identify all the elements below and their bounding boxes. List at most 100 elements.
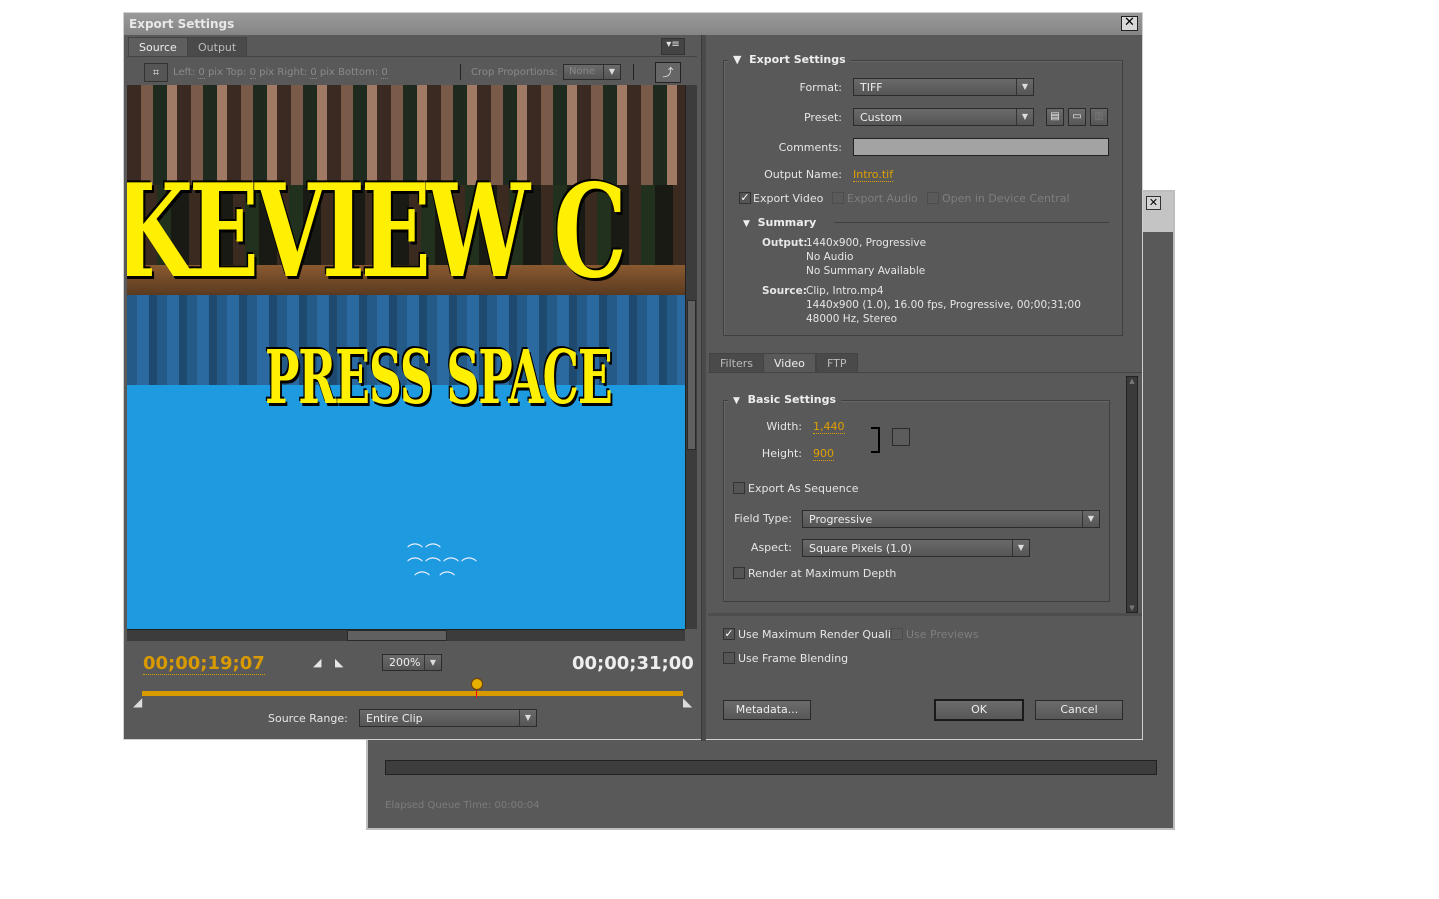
- collapse-triangle-icon: ▼: [743, 219, 750, 229]
- chevron-down-icon: ▼: [1016, 109, 1033, 125]
- delete-preset-trash-icon[interactable]: ▥: [1090, 108, 1108, 126]
- window-title: Export Settings: [124, 13, 1142, 35]
- crop-proportions-value: None: [569, 66, 596, 77]
- crop-icon[interactable]: ⌗: [144, 63, 168, 82]
- scroll-up-icon[interactable]: ▲: [1127, 377, 1137, 385]
- tab-video[interactable]: Video: [763, 353, 816, 372]
- set-in-point-icon[interactable]: ◢: [313, 656, 321, 669]
- zoom-value: 200%: [389, 656, 421, 669]
- max-depth-checkbox[interactable]: [733, 567, 745, 579]
- playhead-handle-icon[interactable]: [471, 678, 484, 690]
- preview-vscrollbar[interactable]: [685, 85, 697, 629]
- crop-right-value[interactable]: 0: [310, 67, 317, 79]
- tab-filters[interactable]: Filters: [709, 353, 764, 372]
- export-audio-checkbox[interactable]: [832, 192, 844, 204]
- use-previews-checkbox[interactable]: [891, 628, 903, 640]
- summary-line: 48000 Hz, Stereo: [806, 313, 898, 325]
- close-button[interactable]: ✕: [1121, 16, 1138, 31]
- summary-output: Output:: [762, 236, 808, 250]
- preview-hscrollbar[interactable]: [127, 629, 685, 641]
- settings-vscrollbar[interactable]: ▲ ▼: [1126, 376, 1138, 613]
- summary-header[interactable]: ▼ Summary: [743, 216, 825, 229]
- scroll-down-icon[interactable]: ▼: [1127, 604, 1137, 612]
- source-range-label: Source Range:: [268, 712, 348, 725]
- crop-top-label: Top:: [226, 67, 247, 78]
- crop-bottom-value[interactable]: 0: [381, 67, 388, 79]
- panel-splitter[interactable]: [701, 35, 706, 741]
- max-render-quality-checkbox[interactable]: ✓: [723, 628, 735, 640]
- save-preset-icon[interactable]: ▤: [1046, 108, 1064, 126]
- preset-label: Preset:: [803, 111, 842, 124]
- summary-output-lines: 1440x900, Progressive No Audio No Summar…: [806, 236, 926, 278]
- preview-title-text: KEVIEW C: [127, 157, 627, 307]
- device-central-checkbox[interactable]: [927, 192, 939, 204]
- timeline-bar[interactable]: [142, 678, 683, 698]
- collapse-triangle-icon: ▼: [733, 396, 740, 406]
- divider: [708, 613, 1142, 616]
- export-sequence-label: Export As Sequence: [748, 482, 859, 495]
- field-type-dropdown[interactable]: Progressive ▼: [802, 510, 1100, 528]
- crop-proportions-label: Crop Proportions:: [471, 67, 558, 78]
- playhead[interactable]: [471, 678, 484, 698]
- import-preset-folder-icon[interactable]: ▭: [1068, 108, 1086, 126]
- metadata-button[interactable]: Metadata...: [723, 700, 811, 720]
- tab-output[interactable]: Output: [187, 37, 248, 56]
- tab-ftp[interactable]: FTP: [816, 353, 858, 372]
- collapse-triangle-icon: ▼: [733, 53, 742, 66]
- basic-settings-header[interactable]: ▼ Basic Settings: [728, 393, 841, 406]
- in-point-marker-icon[interactable]: ◢: [133, 695, 142, 709]
- aspect-dropdown[interactable]: Square Pixels (1.0) ▼: [802, 539, 1030, 557]
- chevron-down-icon: ▼: [1082, 511, 1099, 527]
- out-point-marker-icon[interactable]: ◣: [683, 695, 692, 709]
- crop-top-value[interactable]: 0: [249, 67, 256, 79]
- output-crop-icon[interactable]: ⤴: [655, 62, 681, 83]
- summary-source-lines: Clip, Intro.mp4 1440x900 (1.0), 16.00 fp…: [806, 284, 1081, 326]
- link-bracket-icon: [871, 427, 880, 453]
- panel-menu-icon[interactable]: ▾≡: [661, 38, 685, 55]
- source-label: Source:: [762, 285, 807, 297]
- current-time[interactable]: 00;00;19;07: [143, 653, 265, 675]
- field-type-value: Progressive: [809, 513, 873, 526]
- height-value[interactable]: 900: [813, 447, 834, 461]
- frame-blending-checkbox[interactable]: [723, 652, 735, 664]
- format-value: TIFF: [860, 81, 883, 94]
- comments-input[interactable]: [853, 138, 1109, 156]
- hscroll-thumb[interactable]: [347, 630, 447, 641]
- output-name-label: Output Name:: [764, 168, 842, 181]
- crop-right-label: Right:: [277, 67, 308, 78]
- export-sequence-checkbox[interactable]: [733, 482, 745, 494]
- unit: pix: [207, 67, 223, 78]
- summary-line: No Summary Available: [806, 265, 926, 277]
- crop-left-value[interactable]: 0: [198, 67, 205, 79]
- queue-close-button[interactable]: ✕: [1146, 196, 1161, 210]
- preview-sprites: ⌒⌒ ⌒⌒⌒⌒ ⌒ ⌒: [407, 542, 480, 589]
- width-value[interactable]: 1,440: [813, 420, 845, 434]
- max-depth-label: Render at Maximum Depth: [748, 567, 897, 580]
- export-video-checkbox[interactable]: ✓: [739, 192, 751, 204]
- set-out-point-icon[interactable]: ◣: [335, 656, 343, 669]
- cancel-button[interactable]: Cancel: [1035, 700, 1123, 720]
- format-dropdown[interactable]: TIFF ▼: [853, 78, 1034, 96]
- vscroll-thumb[interactable]: [687, 300, 696, 450]
- crop-proportions-dropdown[interactable]: None ▼: [563, 64, 621, 80]
- output-label: Output:: [762, 237, 808, 249]
- export-settings-window: Export Settings ✕ Source Output ▾≡ ⌗ Lef…: [123, 12, 1143, 741]
- source-range-dropdown[interactable]: Entire Clip ▼: [359, 709, 537, 727]
- output-name-link[interactable]: Intro.tif: [853, 168, 894, 182]
- divider: [127, 56, 697, 57]
- constrain-proportions-toggle[interactable]: [892, 428, 910, 446]
- export-settings-title: Export Settings: [749, 53, 846, 66]
- ok-button[interactable]: OK: [934, 699, 1024, 721]
- export-video-label: Export Video: [753, 192, 824, 205]
- elapsed-queue-time: Elapsed Queue Time: 00:00:04: [385, 800, 539, 811]
- zoom-dropdown[interactable]: 200% ▼: [382, 654, 442, 671]
- format-label: Format:: [799, 81, 842, 94]
- elapsed-value: 00:00:04: [494, 800, 540, 811]
- export-settings-header[interactable]: ▼ Export Settings: [728, 53, 851, 66]
- elapsed-label: Elapsed Queue Time:: [385, 800, 492, 811]
- preset-dropdown[interactable]: Custom ▼: [853, 108, 1034, 126]
- divider: [708, 372, 1142, 373]
- crop-fields: Left: 0 pix Top: 0 pix Right: 0 pix Bott…: [173, 67, 388, 79]
- tab-source[interactable]: Source: [128, 37, 188, 56]
- preview-prompt-text: PRESS SPACE: [265, 335, 613, 421]
